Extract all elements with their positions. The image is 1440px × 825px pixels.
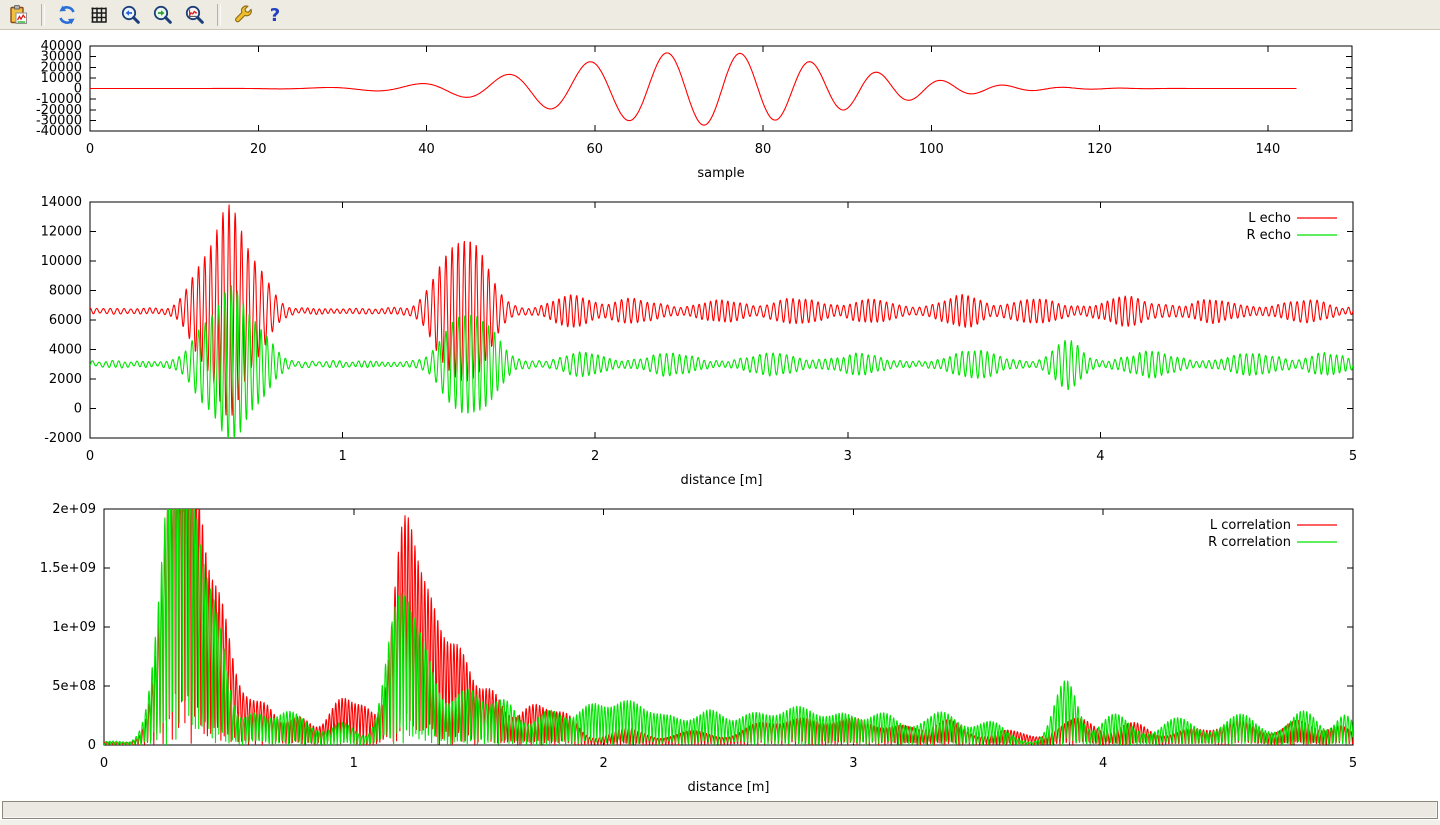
y-tick-label: 10000 bbox=[41, 254, 82, 269]
legend-label: R echo bbox=[1246, 228, 1291, 243]
grid-icon bbox=[88, 4, 110, 26]
y-tick-label: 4000 bbox=[49, 343, 82, 358]
toolbar: ? bbox=[0, 0, 1440, 30]
plot-frame bbox=[104, 509, 1353, 745]
x-tick-label: 5 bbox=[1349, 756, 1357, 771]
x-tick-label: 3 bbox=[849, 756, 857, 771]
x-tick-label: 100 bbox=[919, 142, 944, 157]
copy-plot-button[interactable] bbox=[5, 2, 33, 28]
zoom-previous-button[interactable] bbox=[117, 2, 145, 28]
y-tick-label: 14000 bbox=[41, 195, 82, 210]
help-button[interactable]: ? bbox=[261, 2, 289, 28]
x-tick-label: 20 bbox=[250, 142, 267, 157]
x-tick-label: 140 bbox=[1255, 142, 1280, 157]
x-tick-label: 0 bbox=[100, 756, 108, 771]
axis-labels: 0 1 2 3 4 5 0 5e+08 1e+09 1.5e+09 2e+09 distance [m… bbox=[40, 502, 1357, 795]
plot-canvas[interactable]: 020406080100120140-40000-30000-20000-100… bbox=[0, 31, 1440, 800]
footer-strip bbox=[0, 820, 1440, 825]
x-tick-label: 2 bbox=[591, 449, 599, 464]
svg-text:?: ? bbox=[270, 5, 280, 26]
y-tick-label: 12000 bbox=[41, 225, 82, 240]
grid-button[interactable] bbox=[85, 2, 113, 28]
x-tick-label: 4 bbox=[1096, 449, 1104, 464]
config-button[interactable] bbox=[229, 2, 257, 28]
autoscale-icon bbox=[184, 4, 206, 26]
y-tick-label: 0 bbox=[88, 738, 96, 753]
y-tick-label: 2000 bbox=[49, 372, 82, 387]
legend: L echo R echo bbox=[1246, 211, 1337, 243]
x-tick-label: 1 bbox=[350, 756, 358, 771]
toolbar-separator bbox=[41, 4, 45, 26]
gnuplot-charts: 020406080100120140-40000-30000-20000-100… bbox=[0, 31, 1440, 800]
x-tick-label: 2 bbox=[599, 756, 607, 771]
x-tick-label: 60 bbox=[587, 142, 604, 157]
legend-label: R correlation bbox=[1208, 535, 1291, 550]
y-tick-label: 5e+08 bbox=[52, 679, 96, 694]
x-axis-title: distance [m] bbox=[680, 473, 762, 488]
x-tick-label: 4 bbox=[1099, 756, 1107, 771]
chart-echo: 0 1 2 3 4 5 -2000 0 2000 4000 6000 8000 10000 12000 14… bbox=[41, 195, 1358, 488]
copy-plot-icon bbox=[8, 4, 30, 26]
x-tick-label: 120 bbox=[1087, 142, 1112, 157]
chart-correlation: 0 1 2 3 4 5 0 5e+08 1e+09 1.5e+09 2e+09 distance [m… bbox=[40, 502, 1357, 795]
x-tick-label: 80 bbox=[755, 142, 772, 157]
x-tick-label: 5 bbox=[1349, 449, 1357, 464]
y-tick-label: 2e+09 bbox=[52, 502, 96, 517]
help-icon: ? bbox=[264, 4, 286, 26]
axes bbox=[104, 509, 1353, 745]
series-line-l-echo bbox=[90, 205, 1353, 415]
series-line-chirp-pulse bbox=[90, 53, 1297, 125]
axis-labels: 020406080100120140-40000-30000-20000-100… bbox=[36, 39, 1280, 181]
y-tick-label: 1.5e+09 bbox=[40, 561, 96, 576]
axes bbox=[90, 202, 1353, 438]
chart-sample-waveform: 020406080100120140-40000-30000-20000-100… bbox=[36, 39, 1352, 181]
series-line-r-echo bbox=[90, 286, 1353, 438]
y-tick-label: 1e+09 bbox=[52, 620, 96, 635]
x-axis-title: distance [m] bbox=[687, 780, 769, 795]
y-tick-label: 8000 bbox=[49, 284, 82, 299]
replot-icon bbox=[56, 4, 78, 26]
x-axis-title: sample bbox=[697, 166, 744, 181]
autoscale-button[interactable] bbox=[181, 2, 209, 28]
y-tick-label: -2000 bbox=[44, 431, 82, 446]
x-tick-label: 0 bbox=[86, 449, 94, 464]
x-tick-label: 40 bbox=[418, 142, 435, 157]
replot-button[interactable] bbox=[53, 2, 81, 28]
status-bar bbox=[2, 801, 1438, 819]
x-tick-label: 1 bbox=[338, 449, 346, 464]
zoom-next-button[interactable] bbox=[149, 2, 177, 28]
y-tick-label: 40000 bbox=[41, 39, 82, 54]
series-line-r-correlation bbox=[104, 509, 1353, 745]
x-tick-label: 3 bbox=[844, 449, 852, 464]
x-tick-label: 0 bbox=[86, 142, 94, 157]
legend-label: L echo bbox=[1248, 211, 1291, 226]
legend: L correlation R correlation bbox=[1208, 518, 1337, 550]
y-tick-label: 6000 bbox=[49, 313, 82, 328]
series-line-l-correlation bbox=[104, 509, 1353, 745]
legend-label: L correlation bbox=[1210, 518, 1291, 533]
plot-frame bbox=[90, 202, 1353, 438]
zoom-previous-icon bbox=[120, 4, 142, 26]
zoom-next-icon bbox=[152, 4, 174, 26]
y-tick-label: 0 bbox=[74, 402, 82, 417]
config-icon bbox=[232, 4, 254, 26]
toolbar-separator bbox=[217, 4, 221, 26]
